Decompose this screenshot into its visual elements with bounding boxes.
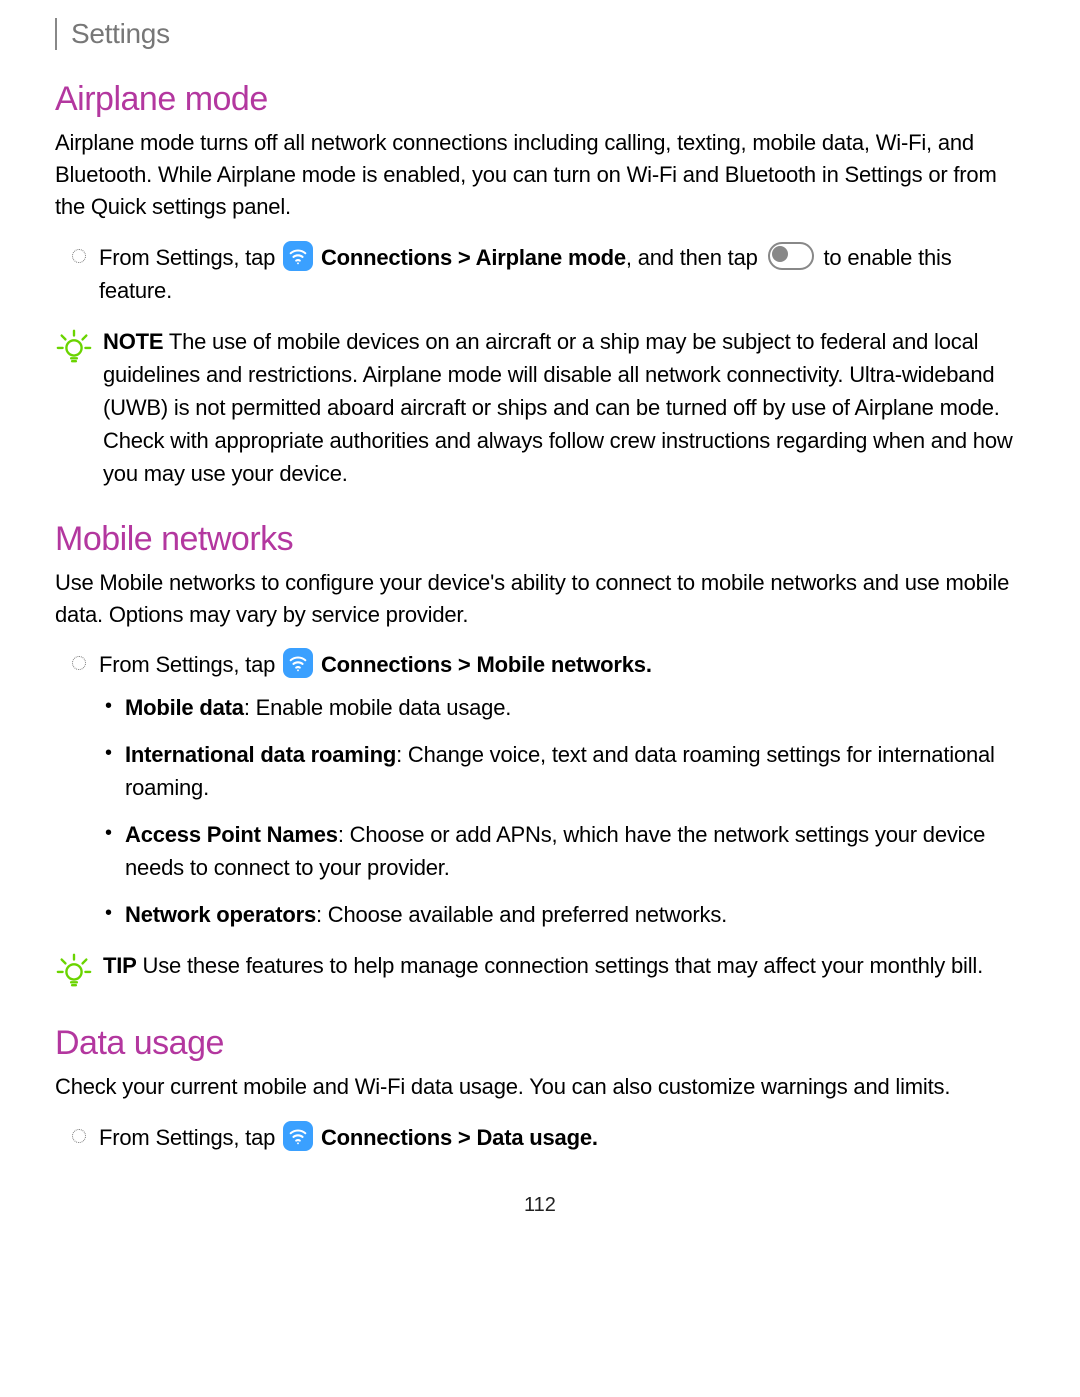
page-container: Settings Airplane mode Airplane mode tur… [0,0,1080,1247]
step-list-data: From Settings, tap Connections > Data us… [55,1121,1025,1154]
list-item: Access Point Names: Choose or add APNs, … [99,818,1025,884]
step-text-pre: From Settings, tap [99,245,281,270]
list-item: Mobile data: Enable mobile data usage. [99,691,1025,724]
sub-list-mobile: Mobile data: Enable mobile data usage. I… [99,691,1025,931]
connections-icon [283,241,313,271]
step-marker-icon [72,1129,86,1143]
section-heading-data: Data usage [55,1024,1025,1063]
step-item: From Settings, tap Connections > Data us… [55,1121,1025,1154]
note-label: NOTE [103,329,163,354]
section-heading-airplane: Airplane mode [55,80,1025,119]
step-list-mobile: From Settings, tap Connections > Mobile … [55,648,1025,931]
note-body: The use of mobile devices on an aircraft… [103,329,1013,486]
step-item: From Settings, tap Connections > Airplan… [55,241,1025,307]
tip-block-mobile: TIP Use these features to help manage co… [55,949,1025,994]
lightbulb-icon [55,951,93,994]
step-path: Connections > Data usage. [321,1125,598,1150]
step-marker-icon [72,656,86,670]
step-text-mid: , and then tap [626,245,764,270]
tip-text: TIP Use these features to help manage co… [103,949,993,982]
step-path: Connections > Airplane mode [321,245,626,270]
list-item: International data roaming: Change voice… [99,738,1025,804]
toggle-icon [768,242,814,270]
section-intro-mobile: Use Mobile networks to configure your de… [55,567,1025,631]
step-text-pre: From Settings, tap [99,652,281,677]
step-path: Connections > Mobile networks. [321,652,652,677]
section-intro-data: Check your current mobile and Wi-Fi data… [55,1071,1025,1103]
breadcrumb: Settings [55,18,1025,50]
step-text-pre: From Settings, tap [99,1125,281,1150]
step-item: From Settings, tap Connections > Mobile … [55,648,1025,931]
tip-body: Use these features to help manage connec… [137,953,983,978]
step-list-airplane: From Settings, tap Connections > Airplan… [55,241,1025,307]
lightbulb-icon [55,327,93,370]
section-heading-mobile: Mobile networks [55,520,1025,559]
tip-label: TIP [103,953,137,978]
page-title: Settings [71,18,170,49]
note-text: NOTE The use of mobile devices on an air… [103,325,1025,490]
step-marker-icon [72,249,86,263]
note-block-airplane: NOTE The use of mobile devices on an air… [55,325,1025,490]
list-item: Network operators: Choose available and … [99,898,1025,931]
connections-icon [283,648,313,678]
connections-icon [283,1121,313,1151]
section-intro-airplane: Airplane mode turns off all network conn… [55,127,1025,223]
page-number: 112 [55,1194,1025,1217]
